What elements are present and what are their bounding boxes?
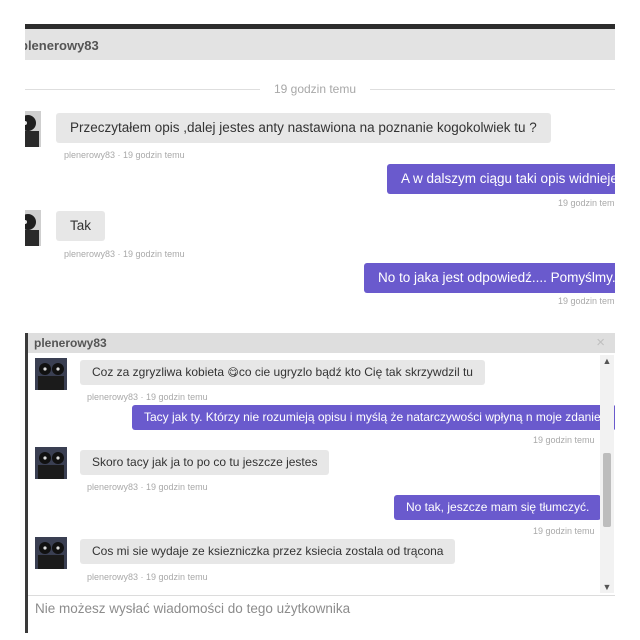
message-meta: 19 godzin temu — [533, 435, 595, 445]
message-bubble-incoming: Przeczytałem opis ,dalej jestes anty nas… — [56, 113, 551, 143]
message-meta: plenerowy83 · 19 godzin temu — [87, 572, 208, 582]
chat-username[interactable]: plenerowy83 — [25, 38, 99, 53]
scroll-down-icon[interactable]: ▼ — [600, 581, 614, 593]
message-bubble-outgoing: No tak, jeszcze mam się tłumczyć. — [394, 495, 602, 520]
chat-header: plenerowy83 — [25, 29, 615, 60]
bottom-chat-panel: plenerowy83 × Coz za zgryzliwa kobieta 😋… — [25, 333, 615, 633]
message-meta: 19 godzin temu — [533, 526, 595, 536]
message-meta: plenerowy83 · 19 godzin temu — [64, 249, 185, 259]
message-meta: plenerowy83 · 19 godzin temu — [64, 150, 185, 160]
close-icon[interactable]: × — [596, 334, 605, 351]
messages-scrollbar[interactable]: ▲ ▼ — [600, 355, 614, 593]
message-bubble-outgoing: Tacy jak ty. Którzy nie rozumieją opisu … — [132, 405, 615, 430]
top-chat-panel: plenerowy83 19 godzin temu Przeczytałem … — [25, 24, 615, 324]
message-text: co cie ugryzlo bądź kto Cię tak skrzywdz… — [238, 365, 473, 379]
message-meta: 19 godzin temu — [558, 296, 615, 306]
user-avatar[interactable] — [35, 358, 67, 390]
message-bubble-incoming: Tak — [56, 211, 106, 241]
divider — [28, 595, 615, 596]
scrollbar-thumb[interactable] — [603, 453, 611, 527]
chat-header: plenerowy83 × — [28, 333, 615, 353]
message-bubble-incoming: Skoro tacy jak ja to po co tu jeszcze je… — [80, 450, 330, 475]
message-bubble-incoming: Cos mi sie wydaje ze ksiezniczka przez k… — [80, 539, 456, 564]
user-avatar[interactable] — [25, 210, 41, 246]
scroll-up-icon[interactable]: ▲ — [600, 355, 614, 367]
message-meta: 19 godzin temu — [558, 198, 615, 208]
message-bubble-outgoing: No to jaka jest odpowiedź.... Pomyślmy..… — [364, 263, 615, 293]
panel-left-border — [25, 333, 28, 633]
message-meta: plenerowy83 · 19 godzin temu — [87, 392, 208, 402]
message-bubble-outgoing: A w dalszym ciągu taki opis widnieje? — [387, 164, 615, 194]
message-meta: plenerowy83 · 19 godzin temu — [87, 482, 208, 492]
user-avatar[interactable] — [35, 537, 67, 569]
time-divider: 19 godzin temu — [25, 82, 615, 96]
message-text: Coz za zgryzliwa kobieta — [92, 365, 228, 379]
user-avatar[interactable] — [25, 111, 41, 147]
emoji-yum-icon: 😋 — [227, 367, 239, 379]
user-avatar[interactable] — [35, 447, 67, 479]
message-input-disabled-notice: Nie możesz wysłać wiadomości do tego uży… — [35, 601, 351, 616]
message-bubble-incoming: Coz za zgryzliwa kobieta 😋co cie ugryzlo… — [80, 360, 485, 385]
chat-username[interactable]: plenerowy83 — [34, 336, 107, 350]
time-divider-label: 19 godzin temu — [273, 82, 357, 96]
